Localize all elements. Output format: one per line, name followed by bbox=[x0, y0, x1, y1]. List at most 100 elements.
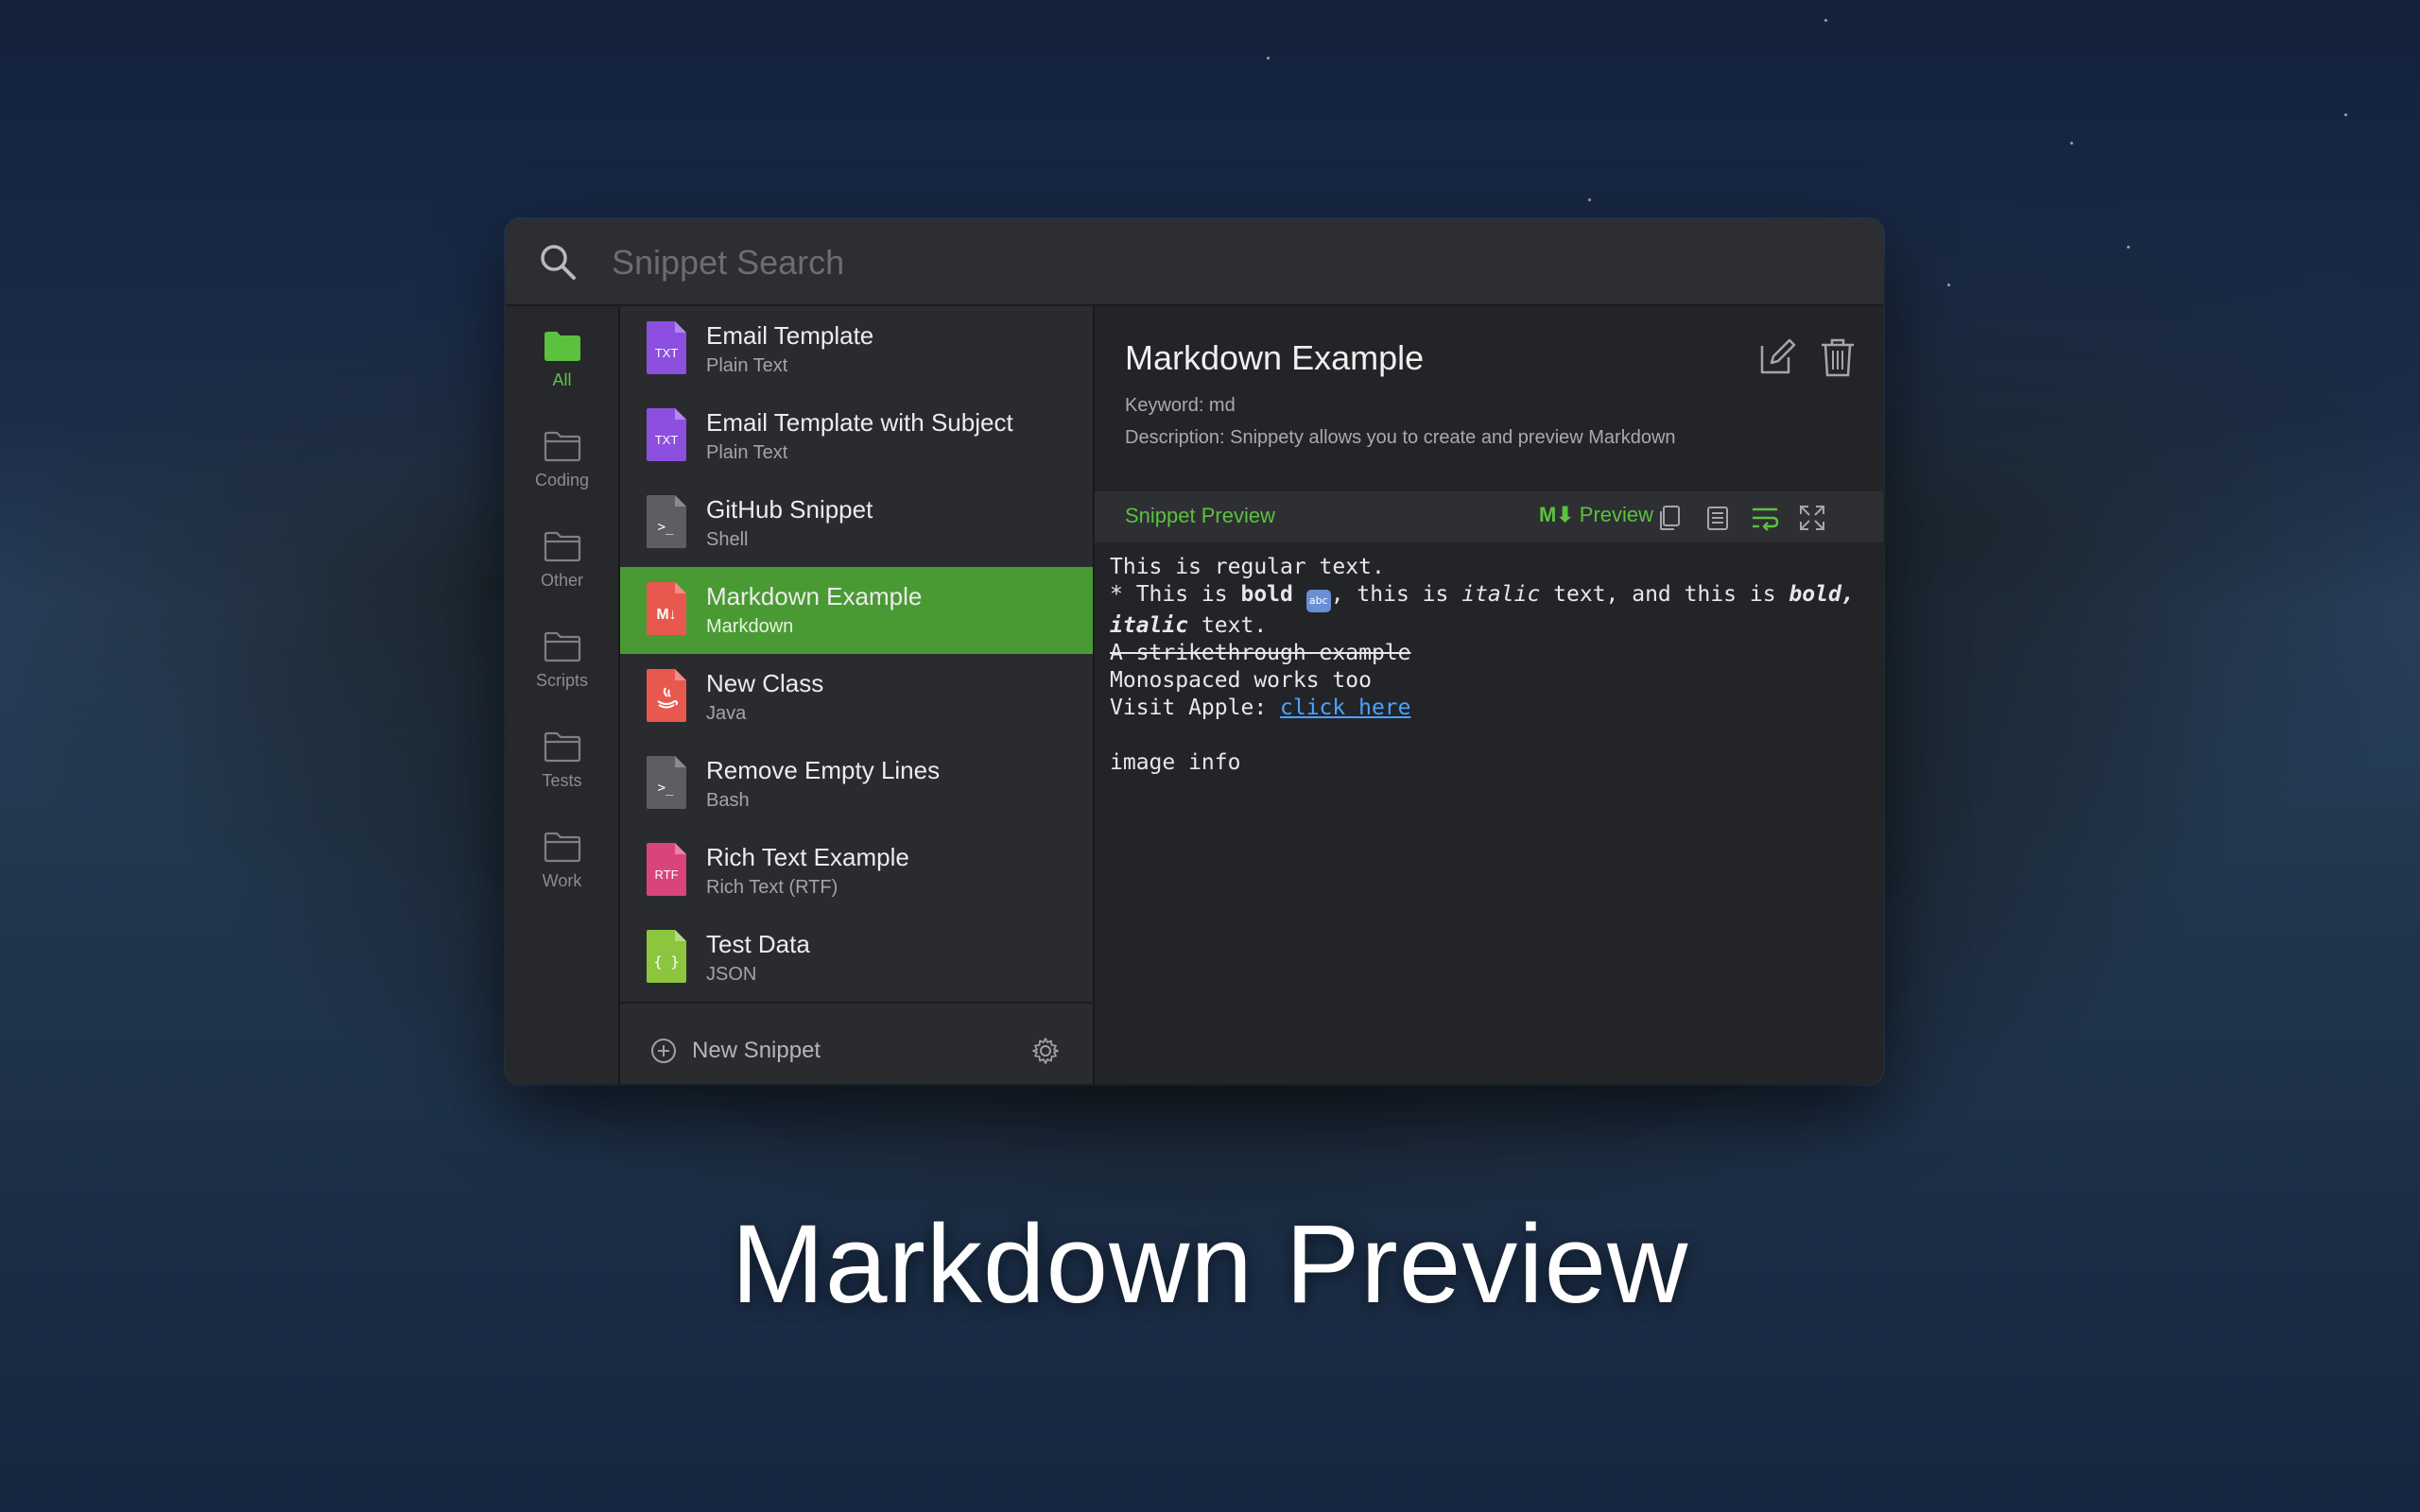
preview-line: Visit Apple: click here bbox=[1110, 696, 1411, 720]
folder-work[interactable]: Work bbox=[506, 830, 618, 924]
folder-icon bbox=[544, 731, 580, 763]
folder-coding[interactable]: Coding bbox=[506, 429, 618, 524]
folder-label: Scripts bbox=[535, 671, 588, 690]
preview-line: image info bbox=[1110, 750, 1241, 775]
folder-label: Work bbox=[542, 871, 582, 890]
abc-emoji-icon: abc bbox=[1305, 590, 1331, 612]
snippet-type: Bash bbox=[706, 790, 750, 811]
list-item[interactable]: TXT Email Template Plain Text bbox=[620, 306, 1093, 393]
star bbox=[2127, 246, 2130, 249]
snippet-type: Plain Text bbox=[706, 442, 788, 463]
folder-scripts[interactable]: Scripts bbox=[506, 629, 618, 724]
fullscreen-icon[interactable] bbox=[1797, 503, 1827, 533]
preview-toolbar: Snippet Preview M⬇ Preview bbox=[1095, 491, 1883, 542]
snippet-type: Rich Text (RTF) bbox=[706, 877, 838, 898]
detail-title: Markdown Example bbox=[1125, 338, 1425, 377]
snippet-title: New Class bbox=[706, 669, 824, 697]
edit-icon[interactable] bbox=[1756, 336, 1798, 378]
folder-other[interactable]: Other bbox=[506, 529, 618, 624]
snippet-title: Test Data bbox=[706, 930, 810, 958]
list-item[interactable]: >_ GitHub Snippet Shell bbox=[620, 480, 1093, 567]
plus-circle-icon bbox=[651, 1039, 676, 1063]
snippet-type: Markdown bbox=[706, 616, 794, 637]
snippet-title: Email Template with Subject bbox=[706, 408, 1013, 437]
markdown-badge: M⬇ bbox=[1539, 503, 1574, 526]
list-item[interactable]: TXT Email Template with Subject Plain Te… bbox=[620, 393, 1093, 480]
preview-toggle-label: Preview bbox=[1579, 503, 1654, 526]
snippet-list: TXT Email Template Plain Text TXT Email … bbox=[620, 306, 1095, 1084]
list-item[interactable]: New Class Java bbox=[620, 654, 1093, 741]
search-icon bbox=[541, 245, 576, 280]
apple-link[interactable]: click here bbox=[1280, 696, 1410, 720]
list-item[interactable]: >_ Remove Empty Lines Bash bbox=[620, 741, 1093, 828]
gear-icon[interactable] bbox=[1030, 1036, 1061, 1066]
snippet-type: JSON bbox=[706, 964, 757, 985]
new-snippet-button[interactable]: New Snippet bbox=[650, 1032, 821, 1070]
list-item[interactable]: RTF Rich Text Example Rich Text (RTF) bbox=[620, 828, 1093, 915]
snippet-title: Remove Empty Lines bbox=[706, 756, 941, 784]
snippet-type: Java bbox=[706, 703, 747, 724]
preview-line: This is regular text. bbox=[1110, 555, 1385, 579]
txt-file-icon: TXT bbox=[647, 408, 686, 461]
json-file-icon: { } bbox=[647, 930, 686, 983]
svg-text:TXT: TXT bbox=[655, 433, 679, 447]
preview-label: Snippet Preview bbox=[1125, 504, 1275, 527]
terminal-file-icon: >_ bbox=[647, 495, 686, 548]
list-divider bbox=[620, 1002, 1093, 1004]
snippet-title: GitHub Snippet bbox=[706, 495, 873, 524]
star bbox=[1267, 57, 1270, 60]
svg-text:M↓: M↓ bbox=[656, 607, 676, 623]
star bbox=[1588, 198, 1591, 201]
snippet-type: Shell bbox=[706, 529, 749, 550]
markdown-file-icon: M↓ bbox=[647, 582, 686, 635]
text-format-icon[interactable] bbox=[1703, 503, 1733, 533]
star bbox=[1824, 19, 1827, 22]
snippet-detail: Markdown Example Keyword: md Description… bbox=[1095, 306, 1883, 1084]
preview-line-strikethrough: A strikethrough example bbox=[1110, 641, 1411, 665]
java-file-icon bbox=[647, 669, 686, 722]
list-item[interactable]: { } Test Data JSON bbox=[620, 915, 1093, 1002]
folder-icon bbox=[544, 832, 580, 863]
markdown-preview-toggle[interactable]: M⬇ Preview bbox=[1539, 503, 1653, 527]
terminal-file-icon: >_ bbox=[647, 756, 686, 809]
folder-sidebar: All Coding Other Scripts Tests Work bbox=[506, 306, 620, 1084]
svg-text:{ }: { } bbox=[653, 954, 679, 971]
detail-keyword: Keyword: md bbox=[1125, 395, 1236, 416]
folder-icon bbox=[544, 631, 580, 662]
folder-label: Coding bbox=[534, 471, 590, 490]
svg-text:TXT: TXT bbox=[655, 346, 679, 360]
folder-tests[interactable]: Tests bbox=[506, 730, 618, 824]
folder-label: Other bbox=[540, 571, 584, 590]
star bbox=[2070, 142, 2073, 145]
snippet-title: Email Template bbox=[706, 321, 874, 350]
search-bar bbox=[506, 219, 1883, 306]
folder-icon bbox=[544, 531, 580, 562]
detail-description: Description: Snippety allows you to crea… bbox=[1125, 427, 1676, 448]
folder-filled-icon bbox=[544, 332, 580, 361]
search-input[interactable] bbox=[610, 236, 1842, 289]
word-wrap-icon[interactable] bbox=[1750, 503, 1780, 533]
preview-line: Monospaced works too bbox=[1110, 668, 1372, 693]
markdown-preview: This is regular text. * This is bold abc… bbox=[1110, 554, 1866, 777]
folder-all[interactable]: All bbox=[506, 329, 618, 423]
trash-icon[interactable] bbox=[1819, 336, 1857, 378]
new-snippet-label: New Snippet bbox=[692, 1038, 821, 1063]
svg-text:>_: >_ bbox=[658, 781, 674, 796]
star bbox=[2344, 113, 2347, 116]
rtf-file-icon: RTF bbox=[647, 843, 686, 896]
copy-icon[interactable] bbox=[1655, 503, 1685, 533]
folder-icon bbox=[544, 431, 580, 462]
snippet-title: Rich Text Example bbox=[706, 843, 909, 871]
list-item-selected[interactable]: M↓ Markdown Example Markdown bbox=[620, 567, 1093, 654]
folder-label: All bbox=[552, 370, 572, 389]
svg-text:RTF: RTF bbox=[654, 868, 678, 882]
preview-blank-line bbox=[1110, 722, 1866, 749]
txt-file-icon: TXT bbox=[647, 321, 686, 374]
preview-line: * This is bold abc, this is italic text,… bbox=[1110, 581, 1866, 612]
wallpaper-caption: Markdown Preview bbox=[731, 1202, 1689, 1327]
star bbox=[1947, 284, 1950, 286]
svg-text:>_: >_ bbox=[658, 520, 674, 535]
snippety-window: All Coding Other Scripts Tests bbox=[506, 219, 1883, 1084]
snippet-type: Plain Text bbox=[706, 355, 788, 376]
preview-line: italic text. bbox=[1110, 613, 1268, 638]
